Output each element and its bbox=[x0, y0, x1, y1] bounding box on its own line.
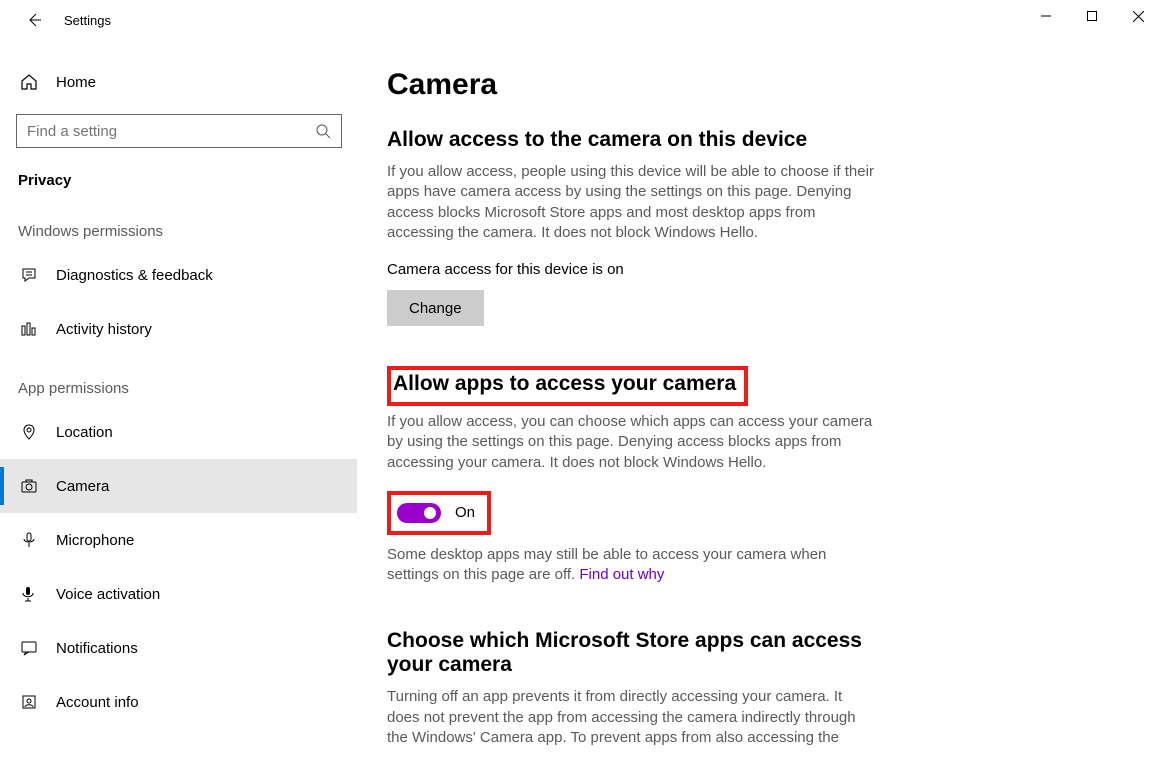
section2-title: Allow apps to access your camera bbox=[393, 372, 736, 395]
nav-microphone[interactable]: Microphone bbox=[0, 513, 357, 567]
section3-desc: Turning off an app prevents it from dire… bbox=[387, 687, 877, 748]
nav-label: Camera bbox=[56, 478, 109, 495]
group-app-permissions: App permissions bbox=[0, 356, 357, 405]
toggle-state-label: On bbox=[455, 504, 475, 521]
nav-label: Microphone bbox=[56, 532, 134, 549]
find-out-why-link[interactable]: Find out why bbox=[579, 566, 664, 583]
nav-activity-history[interactable]: Activity history bbox=[0, 302, 357, 356]
nav-label: Location bbox=[56, 424, 113, 441]
search-icon bbox=[315, 123, 331, 139]
group-windows-permissions: Windows permissions bbox=[0, 199, 357, 248]
titlebar: Settings bbox=[0, 0, 1161, 40]
nav-label: Notifications bbox=[56, 640, 138, 657]
camera-access-status: Camera access for this device is on bbox=[387, 261, 1131, 278]
nav-label: Voice activation bbox=[56, 586, 160, 603]
back-button[interactable] bbox=[22, 8, 46, 32]
search-input[interactable] bbox=[16, 114, 342, 148]
nav-notifications[interactable]: Notifications bbox=[0, 621, 357, 675]
search-field[interactable] bbox=[27, 123, 315, 140]
nav-location[interactable]: Location bbox=[0, 405, 357, 459]
account-icon bbox=[18, 693, 40, 711]
nav-home-label: Home bbox=[56, 74, 96, 91]
section1-title: Allow access to the camera on this devic… bbox=[387, 128, 1131, 152]
nav-voice-activation[interactable]: Voice activation bbox=[0, 567, 357, 621]
location-icon bbox=[18, 423, 40, 441]
nav-diagnostics-feedback[interactable]: Diagnostics & feedback bbox=[0, 248, 357, 302]
nav-label: Activity history bbox=[56, 321, 152, 338]
highlight-section2-title: Allow apps to access your camera bbox=[387, 366, 748, 406]
history-icon bbox=[18, 320, 40, 338]
home-icon bbox=[18, 73, 40, 91]
highlight-toggle: On bbox=[387, 491, 491, 535]
minimize-button[interactable] bbox=[1023, 0, 1069, 32]
voice-icon bbox=[18, 585, 40, 603]
nav-home[interactable]: Home bbox=[0, 62, 357, 102]
camera-icon bbox=[18, 477, 40, 495]
change-button[interactable]: Change bbox=[387, 290, 484, 326]
feedback-icon bbox=[18, 266, 40, 284]
nav-account-info[interactable]: Account info bbox=[0, 675, 357, 729]
section3-title: Choose which Microsoft Store apps can ac… bbox=[387, 629, 877, 677]
nav-label: Account info bbox=[56, 694, 139, 711]
maximize-button[interactable] bbox=[1069, 0, 1115, 32]
nav-label: Diagnostics & feedback bbox=[56, 267, 213, 284]
nav-camera[interactable]: Camera bbox=[0, 459, 357, 513]
section2-desc: If you allow access, you can choose whic… bbox=[387, 412, 877, 473]
section2-note: Some desktop apps may still be able to a… bbox=[387, 545, 877, 586]
notifications-icon bbox=[18, 639, 40, 657]
page-title: Camera bbox=[387, 68, 1131, 102]
section1-desc: If you allow access, people using this d… bbox=[387, 162, 877, 243]
privacy-heading: Privacy bbox=[0, 158, 357, 199]
window-controls bbox=[1023, 0, 1161, 32]
window-title: Settings bbox=[64, 13, 111, 28]
main-content: Camera Allow access to the camera on thi… bbox=[357, 40, 1161, 782]
microphone-icon bbox=[18, 531, 40, 549]
sidebar: Home Privacy Windows permissions Diagnos… bbox=[0, 40, 357, 782]
allow-apps-toggle[interactable] bbox=[397, 503, 441, 523]
close-button[interactable] bbox=[1115, 0, 1161, 32]
